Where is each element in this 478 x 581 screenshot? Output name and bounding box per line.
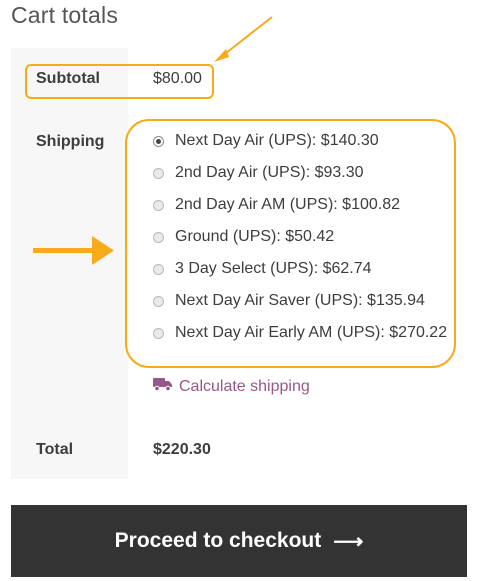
shipping-label: Shipping (36, 133, 105, 150)
subtotal-highlight-box (25, 64, 214, 99)
calculate-shipping-link[interactable]: Calculate shipping (153, 377, 310, 396)
shipping-highlight-box (125, 119, 456, 368)
arrow-right-icon: ⟶ (333, 529, 364, 553)
total-label: Total (36, 441, 74, 458)
label-column (11, 48, 128, 479)
truck-icon (153, 377, 173, 396)
proceed-to-checkout-button[interactable]: Proceed to checkout ⟶ (11, 505, 467, 577)
total-value: $220.30 (153, 441, 211, 458)
calculate-shipping-label: Calculate shipping (179, 377, 310, 395)
page-title: Cart totals (11, 2, 119, 28)
checkout-button-label: Proceed to checkout (114, 529, 322, 552)
